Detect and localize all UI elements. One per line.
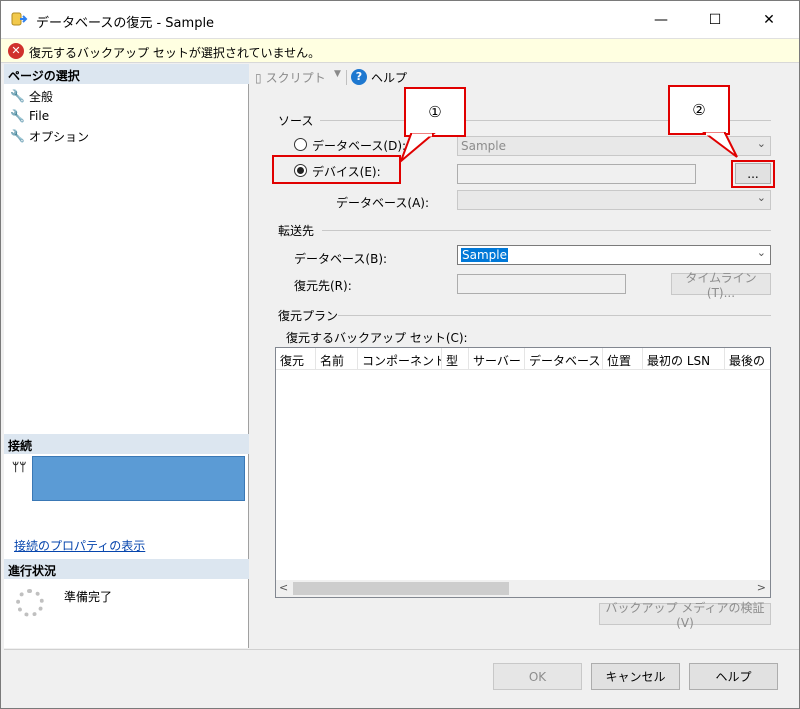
maximize-icon: ☐ <box>708 11 722 28</box>
verify-media-button[interactable]: バックアップ メディアの検証(V) <box>599 601 771 630</box>
device-path-field[interactable] <box>457 164 696 184</box>
device-database-combo: ⌄ <box>457 190 771 210</box>
scrollbar-thumb[interactable] <box>293 582 509 595</box>
source-section-label: ソース <box>278 114 314 128</box>
script-label: スクリプト <box>265 71 326 85</box>
maximize-button[interactable]: ☐ <box>692 1 738 38</box>
left-pane: ページの選択 🔧 全般 🔧 File 🔧 オプション 接続 ᛘᛘ 接続のプロパテ… <box>4 64 249 648</box>
script-icon: ▯ <box>255 70 262 85</box>
script-dropdown-icon[interactable]: ▼ <box>334 69 341 79</box>
dest-database-combo[interactable]: Sample ⌄ <box>457 245 771 265</box>
horizontal-scrollbar[interactable]: < > <box>276 580 770 597</box>
help-button[interactable]: ヘルプ <box>689 663 778 690</box>
title-bar: データベースの復元 - Sample — ☐ ✕ <box>1 1 799 38</box>
timeline-button[interactable]: タイムライン(T)... <box>671 271 771 300</box>
device-database-label: データベース(A): <box>336 196 430 210</box>
connection-header: 接続 <box>4 434 249 454</box>
page-item-label: 全般 <box>29 89 54 104</box>
destination-divider <box>322 230 771 231</box>
callout-1-pointer-icon <box>399 133 436 163</box>
close-icon: ✕ <box>763 11 775 28</box>
page-select-header: ページの選択 <box>4 64 249 84</box>
database-radio-label: データベース(D): <box>312 139 407 153</box>
connection-properties-link[interactable]: 接続のプロパティの表示 <box>14 537 145 554</box>
toolbar-separator <box>346 70 347 85</box>
column-header[interactable]: 最後の <box>725 348 770 369</box>
column-header[interactable]: 型 <box>442 348 469 369</box>
close-button[interactable]: ✕ <box>746 1 792 38</box>
error-bar: ✕ 復元するバックアップ セットが選択されていません。 <box>1 38 799 63</box>
ok-button[interactable]: OK <box>493 663 582 690</box>
device-highlight-box <box>272 155 401 184</box>
callout-1: ① <box>404 87 466 137</box>
restore-database-window: データベースの復元 - Sample — ☐ ✕ ✕ 復元するバックアップ セッ… <box>0 0 800 709</box>
chevron-down-icon: ⌄ <box>756 191 766 204</box>
page-item-general[interactable]: 🔧 全般 <box>10 87 53 105</box>
window-title: データベースの復元 - Sample <box>36 16 215 31</box>
destination-section-label: 転送先 <box>278 224 315 238</box>
grid-header: 復元 名前 コンポーネント 型 サーバー データベース 位置 最初の LSN 最… <box>276 348 770 370</box>
help-toolbar-label[interactable]: ヘルプ <box>371 69 407 86</box>
wrench-icon: 🔧 <box>10 109 25 123</box>
page-item-label: オプション <box>29 129 90 144</box>
connection-icon: ᛘᛘ <box>12 460 27 474</box>
minimize-icon: — <box>654 11 668 28</box>
database-radio[interactable] <box>294 138 307 151</box>
error-icon: ✕ <box>8 43 24 59</box>
minimize-button[interactable]: — <box>638 1 684 38</box>
dest-database-label: データベース(B): <box>294 252 388 266</box>
page-item-options[interactable]: 🔧 オプション <box>10 127 89 145</box>
restore-to-field <box>457 274 626 294</box>
restore-to-label: 復元先(R): <box>294 279 352 293</box>
progress-header: 進行状況 <box>4 559 249 579</box>
progress-status: 準備完了 <box>64 590 113 604</box>
callout-2: ② <box>668 85 730 135</box>
restore-plan-divider <box>338 315 771 316</box>
page-item-label: File <box>29 109 50 123</box>
backup-sets-grid[interactable]: 復元 名前 コンポーネント 型 サーバー データベース 位置 最初の LSN 最… <box>275 347 771 598</box>
restore-plan-section-label: 復元プラン <box>278 309 339 323</box>
column-header[interactable]: 名前 <box>316 348 358 369</box>
progress-spinner-icon <box>16 589 44 617</box>
column-header[interactable]: データベース <box>525 348 603 369</box>
column-header[interactable]: 復元 <box>276 348 316 369</box>
column-header[interactable]: 位置 <box>603 348 643 369</box>
scroll-left-icon[interactable]: < <box>279 581 288 594</box>
cancel-button[interactable]: キャンセル <box>591 663 680 690</box>
script-button[interactable]: ▯ スクリプト <box>255 69 326 86</box>
browse-highlight-box <box>731 160 775 188</box>
chevron-down-icon: ⌄ <box>756 246 766 259</box>
column-header[interactable]: コンポーネント <box>358 348 442 369</box>
help-icon[interactable]: ? <box>351 69 367 85</box>
page-item-file[interactable]: 🔧 File <box>10 107 49 125</box>
bottom-button-bar: OK キャンセル ヘルプ <box>4 649 799 708</box>
connection-info-box <box>32 456 245 501</box>
backup-sets-label: 復元するバックアップ セット(C): <box>286 331 468 345</box>
chevron-down-icon: ⌄ <box>756 137 766 150</box>
column-header[interactable]: 最初の LSN <box>643 348 725 369</box>
wrench-icon: 🔧 <box>10 89 25 103</box>
column-header[interactable]: サーバー <box>469 348 525 369</box>
dest-database-value: Sample <box>461 248 508 262</box>
callout-2-pointer-icon <box>702 132 738 158</box>
database-restore-icon <box>11 12 28 26</box>
scroll-right-icon[interactable]: > <box>757 581 766 594</box>
source-database-value: Sample <box>461 139 506 153</box>
wrench-icon: 🔧 <box>10 129 25 143</box>
error-message: 復元するバックアップ セットが選択されていません。 <box>29 46 321 60</box>
